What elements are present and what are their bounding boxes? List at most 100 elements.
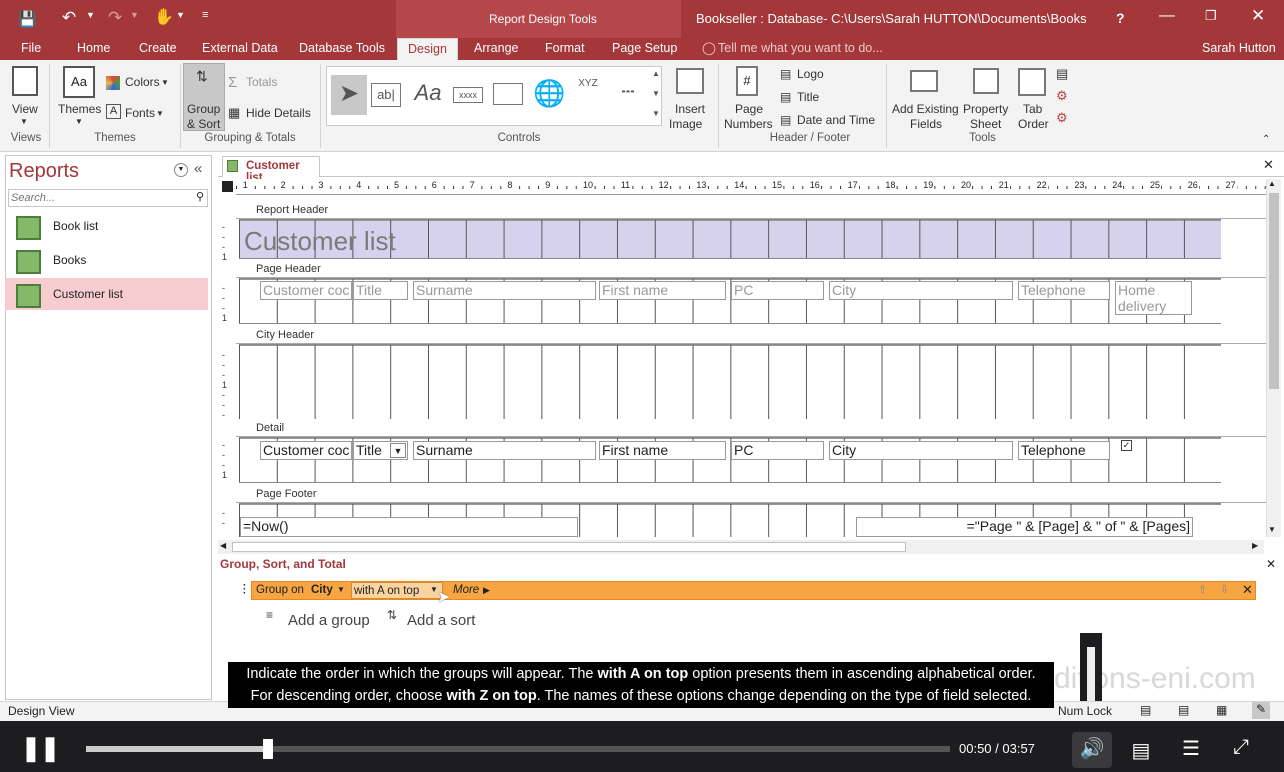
minimize-icon[interactable]: — (1159, 7, 1175, 25)
save-icon[interactable]: 💾 (18, 10, 37, 28)
tab-arrange[interactable]: Arrange (472, 38, 520, 60)
view-icon[interactable] (12, 66, 38, 96)
close-document-icon[interactable]: ✕ (1263, 157, 1274, 173)
page-numbers-label-1[interactable]: Page (735, 102, 763, 116)
more-options-link[interactable]: More (453, 584, 479, 596)
scroll-down-icon[interactable]: ▼ (1268, 525, 1276, 534)
subtitles-icon[interactable]: ▤ (1126, 738, 1156, 763)
hide-details-button[interactable]: Hide Details (246, 106, 311, 120)
vertical-scrollbar[interactable]: ▲ ▼ (1266, 179, 1281, 537)
colors-button[interactable]: Colors (125, 75, 160, 89)
property-sheet-icon[interactable] (973, 68, 999, 94)
more-arrow-icon[interactable]: ▶ (483, 585, 490, 596)
gallery-more-icon[interactable]: ▼ (651, 109, 661, 141)
tab-control-icon[interactable] (493, 83, 523, 105)
tab-page-setup[interactable]: Page Setup (610, 38, 679, 60)
date-time-button[interactable]: Date and Time (797, 113, 875, 127)
themes-dropdown-icon[interactable]: ▼ (75, 117, 83, 126)
add-sort-icon[interactable]: ⇅ (387, 608, 397, 622)
section-detail[interactable]: Detail (236, 419, 1266, 437)
undo-icon[interactable]: ↶ (62, 8, 76, 28)
report-view-icon[interactable]: ▤ (1140, 703, 1151, 717)
label-customer-code[interactable]: Customer coc (260, 281, 352, 300)
field-now[interactable]: =Now() (240, 517, 578, 537)
pause-icon[interactable]: ❚❚ (20, 734, 60, 764)
label-city[interactable]: City (829, 281, 1013, 300)
nav-item-customer-list[interactable]: Customer list (5, 278, 208, 310)
vertical-scroll-thumb[interactable] (1269, 193, 1279, 389)
scroll-up-icon[interactable]: ▲ (1268, 179, 1276, 188)
convert-macros-icon[interactable]: ⚙ (1056, 110, 1068, 126)
add-sort-button[interactable]: Add a sort (407, 612, 475, 629)
button-icon[interactable]: xxxx (453, 87, 483, 103)
nav-item-book-list[interactable]: Book list (5, 210, 208, 242)
tab-home[interactable]: Home (75, 38, 112, 60)
label-surname[interactable]: Surname (413, 281, 596, 300)
add-fields-label-2[interactable]: Fields (910, 117, 942, 131)
fonts-icon[interactable]: A (106, 104, 121, 119)
view-code-icon[interactable]: ⚙ (1056, 88, 1068, 104)
add-group-button[interactable]: Add a group (288, 612, 370, 629)
property-sheet-label-2[interactable]: Sheet (970, 117, 1001, 131)
field-first-name[interactable]: First name (599, 441, 726, 460)
collapse-ribbon-icon[interactable]: ⌃ (1262, 134, 1270, 145)
report-selector[interactable] (222, 181, 233, 192)
colors-dropdown-icon[interactable]: ▼ (161, 78, 169, 87)
home-delivery-checkbox[interactable]: ✓ (1121, 440, 1132, 451)
hyperlink-icon[interactable]: 🌐 (533, 77, 565, 109)
field-city[interactable]: City (829, 441, 1013, 460)
help-icon[interactable]: ? (1116, 10, 1125, 26)
volume-icon[interactable]: 🔊 (1072, 732, 1112, 768)
field-title[interactable]: Title ▼ (353, 441, 408, 460)
label-icon[interactable]: Aa (413, 77, 443, 109)
city-header-area[interactable] (239, 344, 1221, 420)
hide-details-icon[interactable]: ▦ (228, 105, 240, 121)
tab-file[interactable]: File (19, 38, 43, 60)
close-window-icon[interactable]: ✕ (1251, 6, 1265, 26)
move-down-icon[interactable]: ⇩ (1220, 583, 1229, 596)
redo-icon[interactable]: ↷ (108, 8, 122, 28)
tab-order-icon[interactable] (1018, 68, 1046, 96)
title-button[interactable]: Title (797, 90, 819, 104)
subform-icon[interactable]: ▤ (1056, 66, 1068, 82)
tab-external-data[interactable]: External Data (200, 38, 280, 60)
date-time-icon[interactable]: ▤ (780, 113, 791, 127)
text-box-icon[interactable]: ab| (371, 83, 401, 107)
view-button[interactable]: View (12, 102, 38, 116)
logo-icon[interactable]: ▤ (780, 67, 791, 81)
horizontal-scroll-thumb[interactable] (232, 542, 906, 552)
fonts-dropdown-icon[interactable]: ▼ (156, 109, 164, 118)
document-tab[interactable]: Customer list (222, 156, 320, 184)
group-level-row[interactable]: Group on City ▼ with A on top ▼ More ▶ ⇧… (251, 581, 1256, 600)
field-surname[interactable]: Surname (413, 441, 596, 460)
group-field-select[interactable]: City (311, 584, 333, 596)
insert-image-label-2[interactable]: Image (669, 117, 702, 131)
page-numbers-label-2[interactable]: Numbers (724, 117, 773, 131)
insert-image-label-1[interactable]: Insert (675, 102, 705, 116)
insert-image-icon[interactable] (676, 68, 704, 94)
nav-item-books[interactable]: Books (5, 244, 208, 276)
design-view-icon[interactable]: ✎ (1252, 702, 1270, 719)
title-icon[interactable]: ▤ (780, 90, 791, 104)
print-preview-icon[interactable]: ▤ (1178, 703, 1189, 717)
tab-format[interactable]: Format (543, 38, 587, 60)
section-city-header[interactable]: City Header (236, 326, 1266, 344)
undo-dropdown-icon[interactable]: ▼ (86, 10, 95, 20)
seek-handle[interactable] (263, 739, 273, 759)
field-page-of-pages[interactable]: ="Page " & [Page] & " of " & [Pages] (856, 517, 1193, 537)
horizontal-scrollbar[interactable]: ◀ ▶ (218, 540, 1264, 554)
restore-icon[interactable]: ❐ (1205, 8, 1217, 24)
section-report-header[interactable]: Report Header (236, 201, 1266, 219)
scroll-right-icon[interactable]: ▶ (1252, 541, 1258, 550)
page-break-icon[interactable]: ┄ (613, 77, 643, 109)
option-group-icon[interactable]: XYZ (573, 77, 603, 109)
property-sheet-label-1[interactable]: Property (963, 102, 1008, 116)
move-up-icon[interactable]: ⇧ (1198, 583, 1207, 596)
view-dropdown-icon[interactable]: ▼ (20, 117, 28, 126)
page-numbers-icon[interactable]: # (736, 66, 758, 96)
tab-design[interactable]: Design (397, 38, 458, 60)
combo-dropdown-icon[interactable]: ▼ (390, 443, 406, 458)
chapters-icon[interactable]: ☰ (1176, 736, 1206, 761)
add-fields-label-1[interactable]: Add Existing (892, 102, 959, 116)
nav-menu-icon[interactable]: ▼ (174, 163, 188, 177)
